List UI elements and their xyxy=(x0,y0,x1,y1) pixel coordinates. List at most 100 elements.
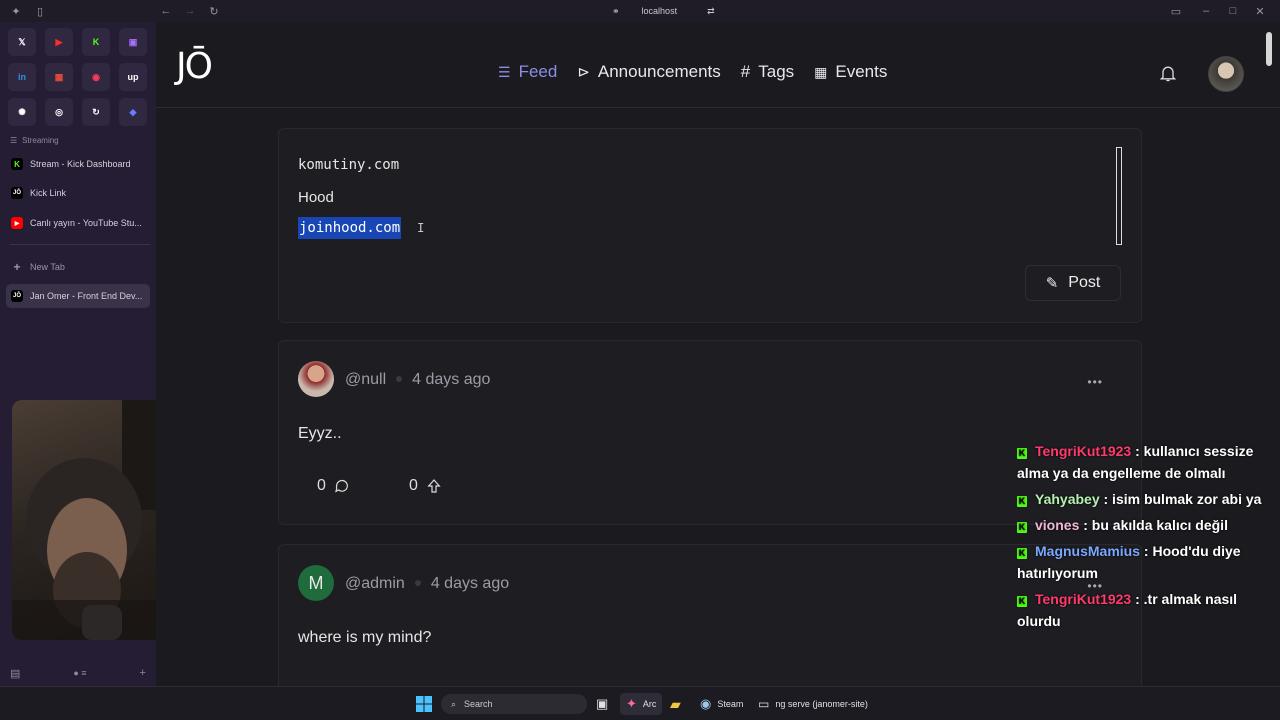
kick-icon[interactable]: K xyxy=(82,28,110,56)
chat-username: TengriKut1923 xyxy=(1035,591,1132,607)
post-meta: @null 4 days ago xyxy=(345,371,490,389)
taskbar-app-label: Arc xyxy=(642,699,657,709)
post-time: 4 days ago xyxy=(412,371,491,388)
search-icon: ⌕ xyxy=(451,698,457,709)
back-icon[interactable]: ← xyxy=(158,3,174,19)
sidebar-footer: ▤ ● ≡ + xyxy=(0,660,156,686)
post-body: where is my mind? xyxy=(298,629,432,646)
steam-icon: ◉ xyxy=(700,696,712,711)
page-scrollbar[interactable] xyxy=(1266,32,1272,66)
feed-post: M @admin 4 days ago ••• where is my mind? xyxy=(278,544,1142,686)
upwork-icon[interactable]: up xyxy=(119,63,147,91)
url-bar[interactable]: ⚭ localhost ⇄ xyxy=(612,3,732,19)
sidebar-tab-kick-link[interactable]: JŌ Kick Link xyxy=(6,181,150,205)
upvote-arrow-icon xyxy=(427,479,441,493)
post-body: Eyyz.. xyxy=(298,425,342,442)
space-dots-icon[interactable]: ● ≡ xyxy=(73,668,86,678)
maximize-icon[interactable]: □ xyxy=(1225,3,1241,19)
composer-line-2[interactable]: Hood xyxy=(298,189,334,206)
composer-line-3[interactable]: joinhood.com I xyxy=(298,217,424,239)
taskbar-search[interactable]: ⌕ Search xyxy=(441,694,587,714)
sidebar-tab-kick-dashboard[interactable]: K Stream - Kick Dashboard xyxy=(6,152,150,176)
chat-message: K TengriKut1923 : kullanıcı sessize alma … xyxy=(1017,440,1279,484)
post-author-avatar[interactable] xyxy=(298,361,334,397)
x-icon[interactable]: 𝕏 xyxy=(8,28,36,56)
chat-text: : bu akılda kalıcı değil xyxy=(1079,517,1228,533)
nav-tags[interactable]: # Tags xyxy=(741,62,794,82)
chat-text: : isim bulmak zor abi ya xyxy=(1099,491,1262,507)
chat-username: TengriKut1923 xyxy=(1035,443,1132,459)
post-author-avatar[interactable]: M xyxy=(298,565,334,601)
nav-announcements[interactable]: ⊳ Announcements xyxy=(577,62,720,82)
chat-message: K MagnusMamius : Hood'du diye hatırlıyoru… xyxy=(1017,540,1279,584)
archive-icon[interactable]: ▤ xyxy=(10,667,20,680)
nav-feed-label: Feed xyxy=(518,62,558,81)
folder-label: Streaming xyxy=(22,136,59,145)
site-controls-icon[interactable]: ⇄ xyxy=(707,6,715,17)
taskbar-app-label: ng serve (janomer-site) xyxy=(775,699,868,709)
minimize-icon[interactable]: – xyxy=(1198,3,1214,19)
task-view-button[interactable]: ▣ xyxy=(596,693,608,715)
chat-message: Kviones : bu akılda kalıcı değil xyxy=(1017,514,1279,536)
add-space-icon[interactable]: + xyxy=(140,667,146,679)
taskbar-app-arc[interactable]: ✦ Arc xyxy=(620,693,663,715)
kick-badge-icon: K xyxy=(1017,448,1027,459)
site-header: JŌ ☰ Feed ⊳ Announcements # Tags ▦ Event… xyxy=(156,22,1280,108)
taskbar-app-label: Steam xyxy=(717,699,744,709)
split-view-icon[interactable]: ▭ xyxy=(1168,3,1184,19)
folder-icon: ▰ xyxy=(670,695,681,712)
post-time: 4 days ago xyxy=(430,575,510,592)
browser-titlebar: ✦ ▯ ← → ↻ ⚭ localhost ⇄ ▭ – □ ✕ xyxy=(0,0,1280,22)
forward-icon[interactable]: → xyxy=(182,3,198,19)
post-author[interactable]: @null xyxy=(345,371,386,388)
tab-label: Canlı yayın - YouTube Stu... xyxy=(30,218,142,228)
windows-taskbar: ⌕ Search ▣ ✦ Arc ▰ ◉ Steam ▭ ng serve (j… xyxy=(0,686,1280,720)
reload-icon[interactable]: ↻ xyxy=(206,3,222,19)
taskbar-app-terminal[interactable]: ▭ ng serve (janomer-site) xyxy=(758,693,868,715)
tab-label: Jan Omer - Front End Dev... xyxy=(30,291,143,301)
nav-events[interactable]: ▦ Events xyxy=(814,62,887,82)
site-logo[interactable]: JŌ xyxy=(176,46,213,87)
linkedin-icon[interactable]: in xyxy=(8,63,36,91)
post-meta: @admin 4 days ago xyxy=(345,575,509,593)
upvote-button[interactable]: 0 xyxy=(409,477,442,495)
user-avatar[interactable] xyxy=(1208,56,1244,92)
start-button[interactable] xyxy=(416,693,432,715)
arc-logo-icon[interactable]: ✦ xyxy=(8,3,24,19)
sidebar-tab-active[interactable]: JŌ Jan Omer - Front End Dev... xyxy=(6,284,150,308)
kick-icon: K xyxy=(11,158,23,170)
composer-scrollbar[interactable] xyxy=(1116,147,1122,245)
sidebar-toggle-icon[interactable]: ▯ xyxy=(32,3,48,19)
kick-badge-icon: K xyxy=(1017,596,1027,607)
new-tab-button[interactable]: + New Tab xyxy=(6,255,150,279)
openai-icon[interactable]: ✺ xyxy=(8,98,36,126)
music-icon[interactable]: ◉ xyxy=(82,63,110,91)
upvote-count: 0 xyxy=(409,477,418,494)
close-icon[interactable]: ✕ xyxy=(1252,3,1268,19)
link-icon: ⚭ xyxy=(612,5,620,16)
twitch-icon[interactable]: ▣ xyxy=(119,28,147,56)
taskbar-file-explorer[interactable]: ▰ xyxy=(670,693,681,715)
separator-dot xyxy=(396,376,403,382)
post-button-label: Post xyxy=(1068,274,1101,291)
taskbar-app-steam[interactable]: ◉ Steam xyxy=(700,693,743,715)
more-options-icon[interactable]: ••• xyxy=(1087,375,1103,389)
post-composer: komutiny.com Hood joinhood.com I ✎ Post xyxy=(278,128,1142,323)
gem-icon[interactable]: ◆ xyxy=(119,98,147,126)
nav-feed[interactable]: ☰ Feed xyxy=(498,62,557,82)
calendar-icon[interactable]: ▦ xyxy=(45,63,73,91)
record-icon[interactable]: ◎ xyxy=(45,98,73,126)
notifications-bell-icon[interactable] xyxy=(1158,63,1178,83)
kick-badge-icon: K xyxy=(1017,548,1027,559)
sync-icon[interactable]: ↻ xyxy=(82,98,110,126)
folder-streaming[interactable]: ☰ Streaming xyxy=(10,136,59,145)
terminal-icon: ▭ xyxy=(758,697,770,711)
tab-label: Stream - Kick Dashboard xyxy=(30,159,131,169)
youtube-icon[interactable]: ▶ xyxy=(45,28,73,56)
jo-logo-icon: JŌ xyxy=(11,187,23,199)
post-button[interactable]: ✎ Post xyxy=(1025,265,1121,301)
sidebar-tab-youtube-studio[interactable]: ▶ Canlı yayın - YouTube Stu... xyxy=(6,211,150,235)
comment-button[interactable]: 0 xyxy=(317,477,350,495)
post-author[interactable]: @admin xyxy=(345,575,405,592)
composer-line-1[interactable]: komutiny.com xyxy=(298,157,399,173)
